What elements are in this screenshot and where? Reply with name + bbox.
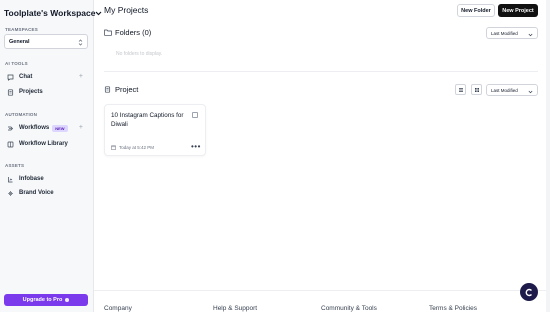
assets-label: ASSETS — [5, 163, 25, 168]
sparkle-icon — [65, 298, 70, 302]
chat-logo-icon — [525, 288, 532, 296]
new-project-button[interactable]: New Project — [498, 4, 538, 17]
projects-icon — [6, 88, 14, 96]
sidebar-item-chat[interactable]: Chat + — [6, 72, 88, 82]
library-icon — [6, 140, 14, 148]
sidebar-item-brand-voice[interactable]: Brand Voice — [6, 188, 88, 198]
chevron-down-icon — [528, 24, 533, 42]
folders-heading: Folders (0) — [104, 28, 151, 37]
chevron-down-icon — [528, 81, 533, 99]
workflows-icon — [6, 124, 14, 132]
select-arrows-icon — [78, 33, 83, 51]
footer-divider — [94, 290, 550, 291]
sidebar-item-workflows[interactable]: Workflows NEW + — [6, 123, 88, 133]
upgrade-label: Upgrade to Pro — [22, 297, 63, 303]
upgrade-button[interactable]: Upgrade to Pro — [4, 294, 88, 306]
sidebar-item-workflow-library[interactable]: Workflow Library — [6, 139, 88, 149]
list-view-button[interactable] — [455, 84, 466, 95]
folders-sort-label: Last Modified — [491, 30, 518, 36]
sidebar-item-label: Brand Voice — [19, 190, 54, 196]
grid-view-button[interactable] — [471, 84, 482, 95]
workspace-switcher[interactable]: Toolplate's Workspace — [4, 7, 102, 19]
sidebar-item-label: Infobase — [19, 176, 44, 182]
footer-link-community[interactable]: Community & Tools — [321, 305, 377, 312]
footer-link-terms[interactable]: Terms & Policies — [429, 305, 477, 312]
footer-link-help[interactable]: Help & Support — [213, 305, 257, 312]
more-options-icon[interactable]: ••• — [191, 143, 201, 151]
project-heading: Project — [104, 85, 138, 94]
sidebar-item-infobase[interactable]: Infobase — [6, 174, 88, 184]
project-sort-label: Last Modified — [491, 87, 518, 93]
new-folder-button[interactable]: New Folder — [457, 4, 495, 17]
grid-view-icon — [474, 87, 479, 92]
add-chat-icon[interactable]: + — [79, 72, 83, 82]
page-title: My Projects — [104, 5, 149, 15]
teamspaces-label: TEAMSPACES — [5, 27, 38, 32]
teamspace-select[interactable]: General — [4, 34, 88, 49]
folder-icon — [104, 29, 112, 37]
folders-empty-message: No folders to display. — [116, 51, 163, 57]
support-chat-button[interactable] — [520, 283, 538, 301]
folders-title: Folders (0) — [115, 28, 152, 37]
sidebar-item-label: Workflow Library — [19, 141, 68, 147]
add-workflow-icon[interactable]: + — [79, 123, 83, 133]
chat-icon — [6, 73, 14, 81]
infobase-icon — [6, 175, 14, 183]
section-divider — [104, 71, 538, 72]
list-view-icon — [458, 87, 463, 92]
footer-link-company[interactable]: Company — [104, 305, 132, 312]
automation-label: AUTOMATION — [5, 112, 38, 117]
scrollbar[interactable] — [546, 0, 550, 312]
sidebar-item-label: Projects — [19, 89, 43, 95]
project-title: Project — [115, 85, 139, 94]
sidebar-item-label: Workflows — [19, 125, 50, 131]
project-card-date-text: Today at 5:42 PM — [119, 145, 155, 150]
sidebar-item-projects[interactable]: Projects — [6, 87, 88, 97]
project-icon — [104, 86, 112, 94]
folders-sort-select[interactable]: Last Modified — [486, 27, 538, 39]
brand-voice-icon — [6, 189, 14, 197]
chevron-down-icon[interactable] — [95, 9, 102, 17]
project-card-title: 10 Instagram Captions for Diwali — [111, 112, 184, 128]
sidebar: Toolplate's Workspace TEAMSPACES General… — [0, 0, 102, 312]
sidebar-item-label: Chat — [19, 74, 33, 80]
calendar-icon — [111, 145, 116, 150]
project-sort-select[interactable]: Last Modified — [486, 84, 538, 96]
project-card-checkbox[interactable] — [192, 112, 198, 118]
ai-tools-label: AI TOOLS — [5, 61, 28, 66]
teamspace-selected: General — [9, 38, 30, 45]
project-card[interactable]: 10 Instagram Captions for Diwali Today a… — [104, 104, 206, 156]
workspace-name: Toolplate's Workspace — [4, 8, 96, 18]
new-badge: NEW — [52, 124, 68, 132]
project-card-date: Today at 5:42 PM — [111, 145, 154, 150]
